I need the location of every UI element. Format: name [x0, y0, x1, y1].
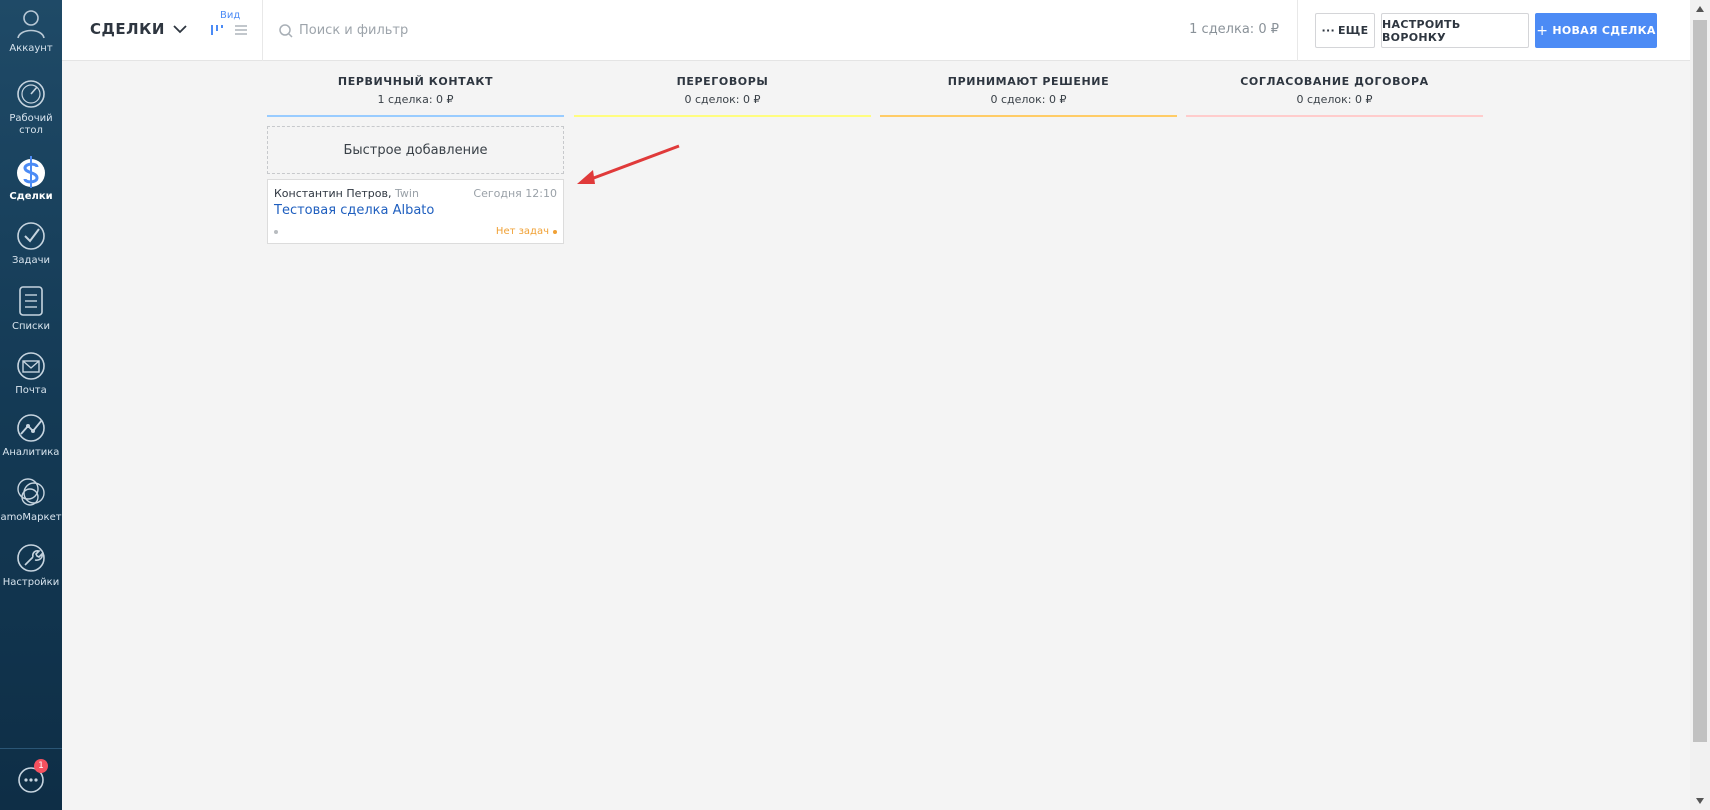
column-header-decision[interactable]: ПРИНИМАЮТ РЕШЕНИЕ 0 сделок: 0 ₽ [880, 61, 1177, 117]
scroll-down-icon[interactable] [1696, 798, 1704, 804]
view-switch: Вид [208, 8, 258, 48]
dashboard-icon [17, 80, 45, 108]
new-deal-button[interactable]: + НОВАЯ СДЕЛКА [1535, 13, 1657, 48]
plus-icon: + [1536, 22, 1549, 39]
notification-badge: 1 [34, 759, 48, 773]
card-tasks: Нет задач [495, 226, 549, 237]
nav-lists-label: Списки [11, 321, 51, 332]
search-icon [279, 24, 293, 38]
page-title: СДЕЛКИ [90, 20, 165, 38]
scroll-thumb[interactable] [1693, 20, 1707, 742]
chat-area: 1 [0, 748, 62, 810]
nav-tasks[interactable]: Задачи [0, 220, 62, 267]
card-company: Twin [395, 187, 419, 200]
column-header-contract[interactable]: СОГЛАСОВАНИЕ ДОГОВОРА 0 сделок: 0 ₽ [1186, 61, 1483, 117]
card-contact-name: Константин Петров, [274, 187, 392, 200]
more-button[interactable]: ··· ЕЩЕ [1315, 13, 1375, 48]
column-count: 0 сделок: 0 ₽ [1296, 93, 1373, 106]
search-bar: 1 сделка: 0 ₽ [262, 0, 1297, 61]
dollar-icon [17, 156, 45, 188]
column-name: ПЕРЕГОВОРЫ [676, 75, 769, 88]
view-label: Вид [220, 10, 241, 21]
nav-dashboard[interactable]: Рабочий стол [0, 78, 62, 137]
sidebar: Аккаунт Рабочий стол Сделки Задачи Списк… [0, 0, 62, 810]
nav-market[interactable]: amoМаркет [0, 475, 62, 524]
list-icon [19, 286, 43, 316]
topbar: СДЕЛКИ Вид 1 сделка: 0 ₽ ··· ЕЩЕ [62, 0, 1690, 61]
nav-analytics[interactable]: Аналитика [0, 412, 62, 459]
column-name: ПРИНИМАЮТ РЕШЕНИЕ [947, 75, 1110, 88]
deal-card[interactable]: Константин Петров, Twin Сегодня 12:10 Те… [267, 179, 564, 244]
card-status-dot [274, 230, 278, 234]
nav-account-label: Аккаунт [9, 43, 53, 54]
nav-account[interactable]: Аккаунт [0, 6, 62, 55]
nav-mail[interactable]: Почта [0, 350, 62, 397]
search-input[interactable] [297, 18, 997, 42]
new-deal-label: НОВАЯ СДЕЛКА [1552, 24, 1656, 37]
setup-pipeline-button[interactable]: НАСТРОИТЬ ВОРОНКУ [1381, 13, 1529, 48]
nav-deals[interactable]: Сделки [0, 154, 62, 203]
column-count: 0 сделок: 0 ₽ [990, 93, 1067, 106]
column-color-line [1186, 115, 1483, 117]
scroll-up-icon[interactable] [1696, 6, 1704, 12]
nav-dashboard-label: Рабочий стол [9, 113, 53, 136]
card-title[interactable]: Тестовая сделка Albato [274, 203, 434, 218]
nav-settings-label: Настройки [2, 577, 60, 588]
avatar-icon [17, 10, 45, 39]
column-name: ПЕРВИЧНЫЙ КОНТАКТ [337, 75, 494, 88]
column-count: 0 сделок: 0 ₽ [684, 93, 761, 106]
mail-icon [17, 352, 45, 380]
nav-deals-label: Сделки [9, 191, 53, 202]
card-contact[interactable]: Константин Петров, Twin [274, 187, 419, 200]
annotation-arrow-icon [577, 144, 680, 184]
top-actions: ··· ЕЩЕ НАСТРОИТЬ ВОРОНКУ + НОВАЯ СДЕЛКА [1297, 0, 1690, 61]
nav-analytics-label: Аналитика [2, 447, 60, 458]
pipeline-view-icon[interactable] [210, 23, 224, 37]
more-button-label: ЕЩЕ [1337, 24, 1369, 37]
chevron-down-icon [173, 25, 187, 34]
checkmark-icon [17, 222, 45, 250]
nav-settings[interactable]: Настройки [0, 542, 62, 589]
nav-market-label: amoМаркет [0, 512, 62, 523]
card-time: Сегодня 12:10 [473, 187, 557, 200]
nav-tasks-label: Задачи [12, 255, 50, 266]
column-header-primary-contact[interactable]: ПЕРВИЧНЫЙ КОНТАКТ 1 сделка: 0 ₽ [267, 61, 564, 117]
more-dots-icon: ··· [1321, 24, 1335, 37]
analytics-icon [17, 414, 45, 442]
column-name: СОГЛАСОВАНИЕ ДОГОВОРА [1240, 75, 1429, 88]
quick-add-button[interactable]: Быстрое добавление [267, 126, 564, 174]
nav-lists[interactable]: Списки [0, 284, 62, 333]
column-count: 1 сделка: 0 ₽ [377, 93, 454, 106]
deal-summary: 1 сделка: 0 ₽ [1189, 22, 1279, 37]
column-header-negotiations[interactable]: ПЕРЕГОВОРЫ 0 сделок: 0 ₽ [574, 61, 871, 117]
column-color-line [267, 115, 564, 117]
task-status-dot [553, 230, 557, 234]
list-view-icon[interactable] [234, 23, 248, 37]
setup-pipeline-label: НАСТРОИТЬ ВОРОНКУ [1382, 17, 1461, 44]
column-color-line [574, 115, 871, 117]
section-title-dropdown[interactable]: СДЕЛКИ [90, 20, 187, 38]
scrollbar[interactable] [1690, 0, 1710, 810]
column-color-line [880, 115, 1177, 117]
nav-mail-label: Почта [15, 385, 47, 396]
market-icon [17, 478, 45, 506]
wrench-icon [17, 544, 45, 572]
